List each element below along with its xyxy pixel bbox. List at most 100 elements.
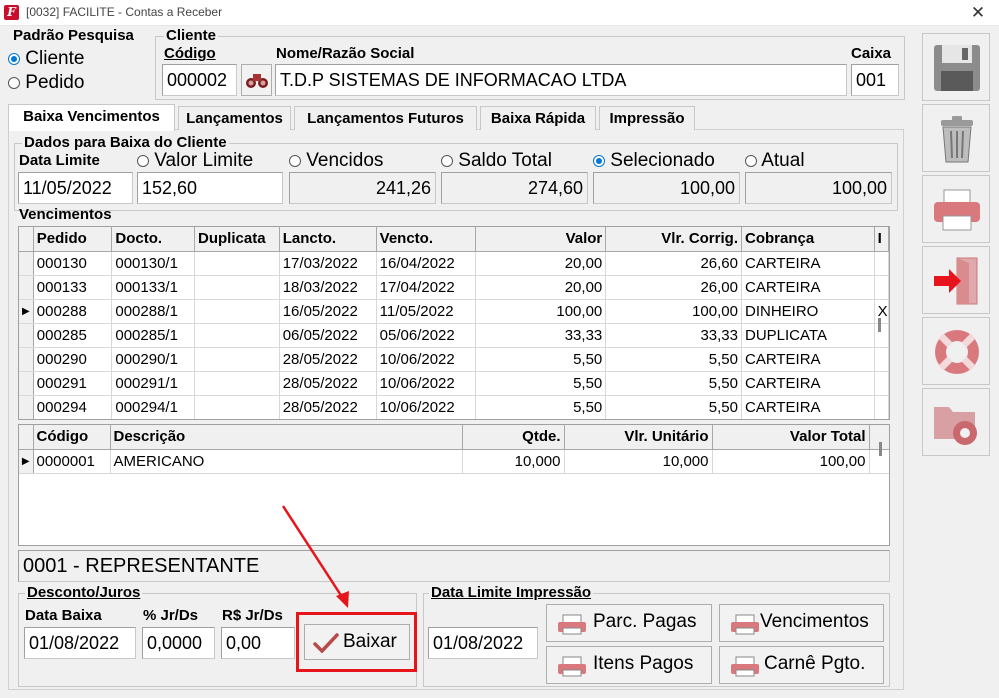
jr-rs-field[interactable]: 0,00 bbox=[221, 627, 295, 659]
row-indicator bbox=[19, 395, 34, 419]
table-row[interactable]: 000294 000294/1 28/05/2022 10/06/2022 5,50 5,… bbox=[19, 395, 889, 419]
settings-icon bbox=[934, 407, 977, 445]
col-duplicata[interactable]: Duplicata bbox=[194, 227, 280, 252]
radio-selecionado-label: Selecionado bbox=[610, 150, 715, 171]
table-row[interactable]: 000291 000291/1 28/05/2022 10/06/2022 5,50 5,… bbox=[19, 371, 889, 396]
caixa-label: Caixa bbox=[851, 45, 892, 62]
table-row[interactable]: 000290 000290/1 28/05/2022 10/06/2022 5,50 5,… bbox=[19, 347, 889, 372]
col-i[interactable]: I bbox=[874, 227, 889, 252]
col-valor[interactable]: Valor bbox=[475, 227, 607, 252]
itens-header-row: Código Descrição Qtde. Vlr. Unitário Val… bbox=[19, 425, 889, 450]
printer-icon bbox=[558, 614, 586, 635]
codigo-label: Código bbox=[164, 45, 216, 62]
cell-qtde: 10,000 bbox=[462, 449, 565, 474]
table-row[interactable]: 000133 000133/1 18/03/2022 17/04/2022 20,00 2… bbox=[19, 275, 889, 300]
radio-atual-indicator[interactable] bbox=[745, 154, 757, 167]
cell-vencto: 05/06/2022 bbox=[376, 323, 476, 348]
vencimentos-grid[interactable]: Pedido Docto. Duplicata Lancto. Vencto. … bbox=[18, 226, 890, 420]
table-row[interactable]: 000130 000130/1 17/03/2022 16/04/2022 20,00 2… bbox=[19, 251, 889, 276]
cell-cobranca: CARTEIRA bbox=[741, 347, 875, 372]
col-vlr-unitario[interactable]: Vlr. Unitário bbox=[564, 425, 713, 450]
radio-vencidos-indicator[interactable] bbox=[289, 154, 301, 167]
impressao-title: Data Limite Impressão bbox=[429, 584, 594, 601]
radio-vencidos[interactable]: Vencidos bbox=[289, 150, 383, 172]
col-valor-total[interactable]: Valor Total bbox=[712, 425, 870, 450]
col-docto[interactable]: Docto. bbox=[111, 227, 196, 252]
cell-docto: 000290/1 bbox=[111, 347, 196, 372]
current-row-indicator-icon: ▶ bbox=[19, 449, 34, 474]
itens-scroll-thumb[interactable] bbox=[879, 442, 882, 456]
vencimentos-header-row: Pedido Docto. Duplicata Lancto. Vencto. … bbox=[19, 227, 889, 252]
valor-limite-field[interactable]: 152,60 bbox=[137, 172, 283, 204]
baixar-button[interactable]: Baixar bbox=[304, 624, 410, 660]
table-row[interactable]: ▶ 0000001 AMERICANO 10,000 10,000 100,00 bbox=[19, 449, 889, 474]
tab-lancamentos-futuros[interactable]: Lançamentos Futuros bbox=[294, 106, 477, 130]
radio-cliente-indicator[interactable] bbox=[8, 52, 20, 65]
save-button[interactable] bbox=[922, 33, 990, 101]
radio-saldo-total-indicator[interactable] bbox=[441, 154, 453, 167]
tab-lancamentos[interactable]: Lançamentos bbox=[178, 106, 291, 130]
cell-docto: 000133/1 bbox=[111, 275, 196, 300]
col-codigo[interactable]: Código bbox=[33, 425, 111, 450]
vencimentos-scroll-thumb[interactable] bbox=[878, 318, 881, 332]
cell-pedido: 000291 bbox=[33, 371, 113, 396]
col-lancto[interactable]: Lancto. bbox=[279, 227, 377, 252]
radio-valor-limite[interactable]: Valor Limite bbox=[137, 150, 253, 172]
data-baixa-field[interactable]: 01/08/2022 bbox=[24, 627, 136, 659]
radio-selecionado-indicator[interactable] bbox=[593, 154, 605, 167]
cell-codigo: 0000001 bbox=[33, 449, 111, 474]
cell-vencto: 11/05/2022 bbox=[376, 299, 476, 324]
radio-saldo-total[interactable]: Saldo Total bbox=[441, 150, 552, 172]
carne-pgto-button[interactable]: Carnê Pgto. bbox=[719, 646, 884, 684]
cell-i bbox=[874, 251, 889, 276]
impressao-data-field[interactable]: 01/08/2022 bbox=[428, 627, 538, 659]
tab-baixa-rapida[interactable]: Baixa Rápida bbox=[480, 106, 596, 130]
radio-atual[interactable]: Atual bbox=[745, 150, 805, 172]
codigo-field[interactable]: 000002 bbox=[162, 64, 237, 96]
itens-grid[interactable]: Código Descrição Qtde. Vlr. Unitário Val… bbox=[18, 424, 890, 546]
itens-pagos-button[interactable]: Itens Pagos bbox=[546, 646, 712, 684]
cell-lancto: 28/05/2022 bbox=[279, 395, 377, 419]
radio-pedido[interactable]: Pedido bbox=[8, 72, 84, 94]
data-limite-field[interactable]: 11/05/2022 bbox=[18, 172, 133, 204]
help-icon bbox=[935, 330, 979, 374]
vencimentos-print-button[interactable]: Vencimentos bbox=[719, 604, 884, 642]
radio-selecionado[interactable]: Selecionado bbox=[593, 150, 715, 172]
table-row[interactable]: ▶ 000288 000288/1 16/05/2022 11/05/2022 100,0… bbox=[19, 299, 889, 324]
printer-icon bbox=[731, 656, 759, 677]
radio-saldo-total-label: Saldo Total bbox=[458, 150, 552, 171]
cell-duplicata bbox=[194, 323, 280, 348]
help-button[interactable] bbox=[922, 317, 990, 385]
col-vlr-corrig[interactable]: Vlr. Corrig. bbox=[605, 227, 742, 252]
search-button[interactable] bbox=[241, 64, 272, 96]
jr-pct-field[interactable]: 0,0000 bbox=[142, 627, 215, 659]
radio-cliente[interactable]: Cliente bbox=[8, 48, 84, 70]
desconto-title: Desconto/Juros bbox=[25, 584, 143, 601]
tab-impressao[interactable]: Impressão bbox=[599, 106, 695, 130]
exit-button[interactable] bbox=[922, 246, 990, 314]
radio-pedido-indicator[interactable] bbox=[8, 76, 20, 89]
parc-pagas-button[interactable]: Parc. Pagas bbox=[546, 604, 712, 642]
cell-valor: 5,50 bbox=[475, 395, 607, 419]
settings-button[interactable] bbox=[922, 388, 990, 456]
print-button[interactable] bbox=[922, 175, 990, 243]
radio-valor-limite-indicator[interactable] bbox=[137, 154, 149, 167]
nome-field[interactable]: T.D.P SISTEMAS DE INFORMACAO LTDA bbox=[275, 64, 847, 96]
close-button[interactable]: ✕ bbox=[967, 3, 989, 23]
col-pedido[interactable]: Pedido bbox=[33, 227, 113, 252]
col-qtde[interactable]: Qtde. bbox=[462, 425, 565, 450]
col-cobranca[interactable]: Cobrança bbox=[741, 227, 875, 252]
cell-docto: 000288/1 bbox=[111, 299, 196, 324]
tab-baixa-vencimentos[interactable]: Baixa Vencimentos bbox=[8, 104, 175, 131]
cell-docto: 000294/1 bbox=[111, 395, 196, 419]
col-descricao[interactable]: Descrição bbox=[110, 425, 463, 450]
cell-valor: 100,00 bbox=[475, 299, 607, 324]
cell-duplicata bbox=[194, 251, 280, 276]
cell-valor: 5,50 bbox=[475, 347, 607, 372]
delete-button[interactable] bbox=[922, 104, 990, 172]
printer-icon bbox=[731, 614, 759, 635]
cell-docto: 000130/1 bbox=[111, 251, 196, 276]
table-row[interactable]: 000285 000285/1 06/05/2022 05/06/2022 33,33 3… bbox=[19, 323, 889, 348]
caixa-field[interactable]: 001 bbox=[851, 64, 899, 96]
col-vencto[interactable]: Vencto. bbox=[376, 227, 476, 252]
